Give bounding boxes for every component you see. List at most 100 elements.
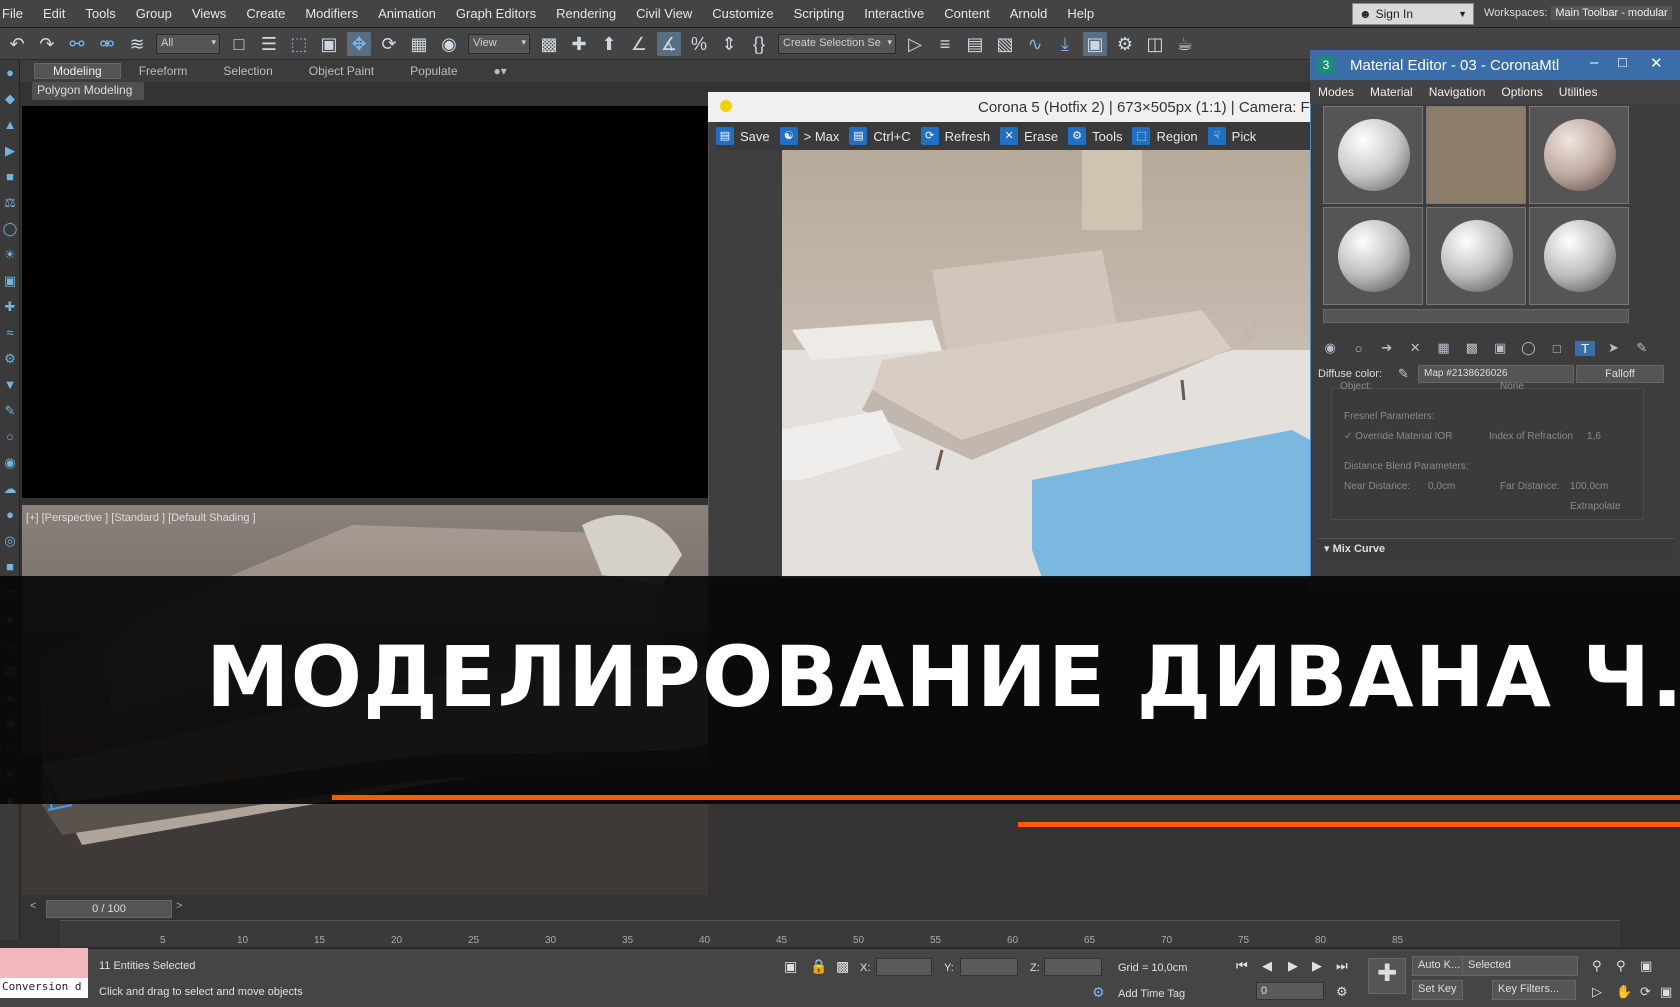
material-slot-6[interactable] <box>1529 207 1629 305</box>
reset-map-icon[interactable]: ✕ <box>1405 340 1425 356</box>
workspaces-selector[interactable]: Workspaces: Main Toolbar - modular <box>1484 6 1672 20</box>
systems-icon[interactable]: ⚙ <box>0 346 20 372</box>
lock-icon[interactable]: 🔒 <box>810 958 827 975</box>
time-configuration-icon[interactable]: ⚙ <box>1336 984 1348 1000</box>
put-to-library-icon[interactable]: ▩ <box>1462 340 1482 356</box>
material-slot-1[interactable] <box>1323 106 1423 204</box>
rendered-frame-window-icon[interactable]: ◫ <box>1143 32 1167 56</box>
bind-spacewarp-icon[interactable]: ≋ <box>125 32 149 56</box>
menu-content[interactable]: Content <box>934 6 1000 21</box>
manipulate-icon[interactable]: ✚ <box>567 32 591 56</box>
menu-options[interactable]: Options <box>1493 85 1550 99</box>
menu-rendering[interactable]: Rendering <box>546 6 626 21</box>
zoom-icon[interactable]: ⚲ <box>1592 958 1602 974</box>
tab-modeling[interactable]: Modeling <box>34 63 121 79</box>
material-slot-3[interactable] <box>1529 106 1629 204</box>
minimize-icon[interactable]: – <box>1590 54 1598 71</box>
motion-icon[interactable]: ▶ <box>0 138 20 164</box>
render-setup-icon[interactable]: ⚙ <box>1113 32 1137 56</box>
time-tag-icon[interactable]: ⚙ <box>1092 984 1105 1001</box>
get-material-icon[interactable]: ◉ <box>1320 340 1340 356</box>
next-frame-button-icon[interactable]: ▶ <box>1312 958 1322 974</box>
tab-selection[interactable]: Selection <box>205 64 290 78</box>
menu-create[interactable]: Create <box>236 6 295 21</box>
lights-icon[interactable]: ☀ <box>0 242 20 268</box>
object-value[interactable]: None <box>1500 381 1524 392</box>
corona-pick-button[interactable]: ☟ Pick <box>1207 127 1256 145</box>
prev-frame-icon[interactable]: < <box>30 900 36 912</box>
menu-animation[interactable]: Animation <box>368 6 446 21</box>
select-tool-icon[interactable]: ▼ <box>0 372 20 398</box>
corona-to-max-button[interactable]: ☯ > Max <box>779 127 839 145</box>
menu-help[interactable]: Help <box>1057 6 1104 21</box>
move-icon[interactable]: ✥ <box>347 31 371 56</box>
menu-scripting[interactable]: Scripting <box>784 6 855 21</box>
create-icon[interactable]: ● <box>0 60 20 86</box>
scale-icon[interactable]: ▦ <box>407 32 431 56</box>
zoom-extents-icon[interactable]: ▣ <box>1640 958 1652 974</box>
menu-tools[interactable]: Tools <box>75 6 125 21</box>
menu-utilities[interactable]: Utilities <box>1551 85 1606 99</box>
rotate-icon[interactable]: ⟳ <box>377 32 401 56</box>
previous-frame-icon[interactable]: ◀ <box>1262 958 1272 974</box>
tab-freeform[interactable]: Freeform <box>121 64 206 78</box>
corona-copy-button[interactable]: ▤ Ctrl+C <box>849 127 911 145</box>
material-slot-5[interactable] <box>1426 207 1526 305</box>
utilities-icon[interactable]: ⚖ <box>0 190 20 216</box>
menu-civil-view[interactable]: Civil View <box>626 6 702 21</box>
sign-in-dropdown[interactable]: ☻ Sign In ▼ <box>1352 3 1474 25</box>
menu-group[interactable]: Group <box>126 6 182 21</box>
ior-spinner[interactable]: 1,6 <box>1587 431 1601 442</box>
menu-interactive[interactable]: Interactive <box>854 6 934 21</box>
key-filters-button[interactable]: Key Filters... <box>1492 980 1576 1000</box>
named-selection-set-select[interactable]: Create Selection Se <box>778 33 896 54</box>
menu-material[interactable]: Material <box>1362 85 1421 99</box>
reference-coordinate-select[interactable]: View <box>468 33 530 54</box>
polygon-modeling-panel[interactable]: Polygon Modeling <box>32 82 144 100</box>
spacewarps-icon[interactable]: ≈ <box>0 320 20 346</box>
override-ior-checkbox[interactable]: ✓ Override Material IOR <box>1344 431 1452 442</box>
pivot-center-icon[interactable]: ▩ <box>537 32 561 56</box>
eyedropper-icon[interactable]: ✎ <box>1398 366 1409 382</box>
mix-curve-rollout[interactable]: ▾ Mix Curve <box>1318 538 1674 560</box>
show-shaded-icon[interactable]: ◯ <box>1518 340 1538 356</box>
extrapolate-checkbox[interactable]: Extrapolate <box>1570 501 1621 512</box>
angle-snap-icon[interactable]: ∡ <box>657 31 681 56</box>
selection-filter-select[interactable]: All <box>156 33 220 54</box>
selection-lock-icon[interactable]: ▣ <box>784 958 797 975</box>
corona-region-button[interactable]: ⬚ Region <box>1132 127 1198 145</box>
scene-explorer-icon[interactable]: ▤ <box>963 32 987 56</box>
render-production-icon[interactable]: ☕ <box>1173 32 1197 56</box>
near-distance-spinner[interactable]: 0,0cm <box>1428 481 1455 492</box>
unlink-icon[interactable]: ⚮ <box>95 32 119 56</box>
next-frame-icon[interactable]: > <box>176 900 182 912</box>
rectangular-selection-icon[interactable]: ⬚ <box>287 32 311 56</box>
paint-icon[interactable]: ✎ <box>0 398 20 424</box>
undo-icon[interactable]: ↶ <box>5 32 29 56</box>
place-icon[interactable]: ◉ <box>437 32 461 56</box>
corona-refresh-button[interactable]: ⟳ Refresh <box>920 127 990 145</box>
keyboard-shortcut-icon[interactable]: ⬆ <box>597 32 621 56</box>
menu-navigation[interactable]: Navigation <box>1421 85 1494 99</box>
schematic-view-icon[interactable]: ⤓ <box>1053 32 1077 56</box>
pan-icon[interactable]: ✋ <box>1616 984 1632 1000</box>
field-of-view-icon[interactable]: ▷ <box>1592 984 1602 1000</box>
go-forward-icon[interactable]: ➤ <box>1603 340 1623 356</box>
z-coordinate-field[interactable] <box>1044 958 1102 976</box>
timeline-ruler[interactable]: 5 10 15 20 25 30 35 40 45 50 55 60 65 70 75 80 85 <box>60 920 1620 946</box>
far-distance-spinner[interactable]: 100,0cm <box>1570 481 1608 492</box>
menu-graph-editors[interactable]: Graph Editors <box>446 6 546 21</box>
align-icon[interactable]: ≡ <box>933 32 957 56</box>
auto-key-button[interactable]: Auto K... <box>1412 956 1467 976</box>
maximize-viewport-icon[interactable]: ▣ <box>1660 984 1672 1000</box>
set-key-button[interactable]: Set Key <box>1412 980 1463 1000</box>
layer-explorer-icon[interactable]: ▧ <box>993 32 1017 56</box>
go-to-parent-icon[interactable]: T <box>1574 340 1596 356</box>
mirror-icon[interactable]: ▷ <box>903 32 927 56</box>
ribbon-options-icon[interactable]: ●▾ <box>476 64 525 78</box>
menu-modes[interactable]: Modes <box>1310 85 1362 99</box>
torus-tool-icon[interactable]: ◎ <box>0 528 20 554</box>
redo-icon[interactable]: ↷ <box>35 32 59 56</box>
corona-tools-button[interactable]: ⚙ Tools <box>1068 127 1122 145</box>
go-to-end-icon[interactable]: ⏭ <box>1336 958 1348 974</box>
